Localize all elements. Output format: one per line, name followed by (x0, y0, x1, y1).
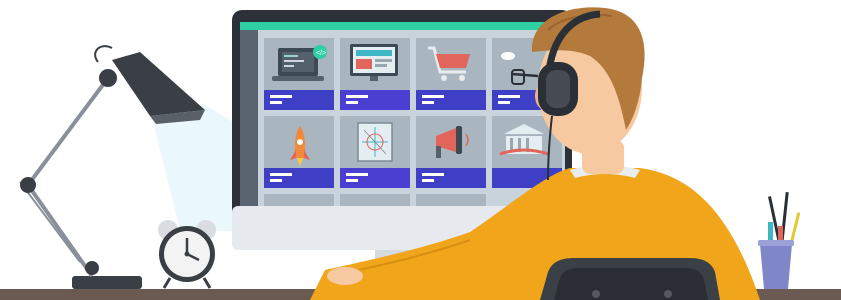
pencil-cup (758, 192, 801, 289)
alarm-clock (158, 220, 216, 289)
cloud-icon (501, 52, 515, 60)
screen-card-partial (416, 194, 486, 206)
screen-card-partial (264, 194, 334, 206)
illustration-scene: </> (0, 0, 841, 300)
screen-card: </> (264, 38, 334, 110)
chair (540, 258, 720, 300)
blueprint-icon (357, 122, 393, 162)
screen-card (264, 116, 334, 188)
screen-card (416, 38, 486, 110)
screen-card (340, 38, 410, 110)
svg-text:</>: </> (316, 50, 326, 57)
screen-sidebar (240, 30, 258, 206)
hand (327, 267, 363, 285)
monitor-top-bar (240, 22, 565, 30)
screen-card-partial (340, 194, 410, 206)
screen-card (340, 116, 410, 188)
web-design-icon (350, 44, 398, 81)
screen-card (416, 116, 486, 188)
